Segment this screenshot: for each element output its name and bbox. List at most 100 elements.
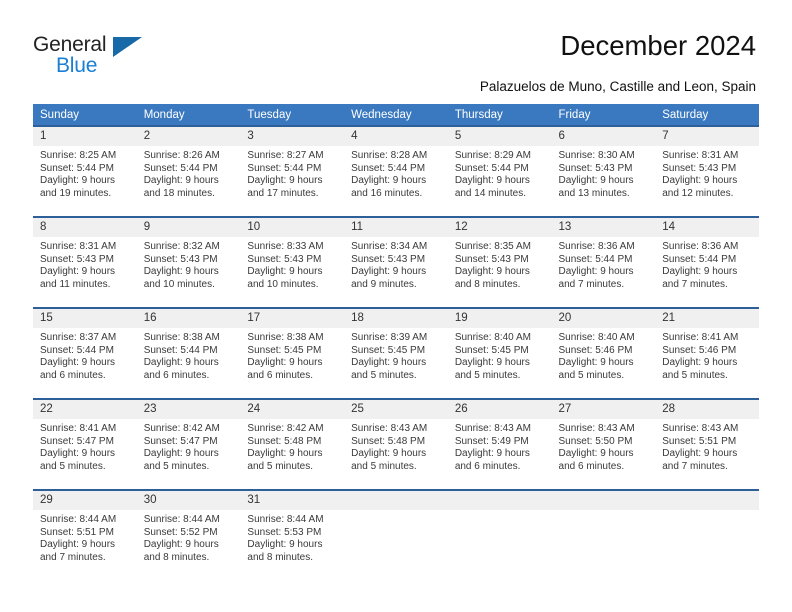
daylight-text-line2: and 19 minutes. bbox=[40, 187, 112, 199]
daylight-text-line1: Daylight: 9 hours bbox=[143, 448, 219, 460]
sunset-text: Sunset: 5:43 PM bbox=[247, 253, 322, 265]
day-number: 5 bbox=[447, 127, 552, 146]
calendar-day-cell[interactable]: 7 Sunrise: 8:31 AM Sunset: 5:43 PM Dayli… bbox=[655, 125, 759, 217]
day-number: 23 bbox=[136, 400, 241, 419]
calendar-day-cell[interactable]: 2 Sunrise: 8:26 AM Sunset: 5:44 PM Dayli… bbox=[136, 125, 241, 217]
daylight-text-line1: Daylight: 9 hours bbox=[454, 175, 530, 187]
calendar-day-cell[interactable]: 11 Sunrise: 8:34 AM Sunset: 5:43 PM Dayl… bbox=[344, 216, 448, 308]
calendar-day-cell[interactable]: 12 Sunrise: 8:35 AM Sunset: 5:43 PM Dayl… bbox=[447, 216, 552, 308]
day-number: 11 bbox=[344, 218, 448, 237]
daylight-text-line1: Daylight: 9 hours bbox=[662, 357, 738, 369]
calendar-day-cell[interactable]: 25 Sunrise: 8:43 AM Sunset: 5:48 PM Dayl… bbox=[344, 398, 448, 490]
day-number: 21 bbox=[655, 309, 759, 328]
daylight-text-line2: and 10 minutes. bbox=[247, 278, 319, 290]
day-number: 30 bbox=[136, 491, 241, 510]
sunset-text: Sunset: 5:43 PM bbox=[143, 253, 218, 265]
calendar-day-cell[interactable]: 30 Sunrise: 8:44 AM Sunset: 5:52 PM Dayl… bbox=[136, 489, 241, 580]
day-number: 10 bbox=[240, 218, 345, 237]
day-number: 26 bbox=[447, 400, 552, 419]
day-number bbox=[655, 491, 759, 510]
day-number bbox=[447, 491, 552, 510]
calendar-day-cell[interactable]: 8 Sunrise: 8:31 AM Sunset: 5:43 PM Dayli… bbox=[33, 216, 137, 308]
daylight-text-line2: and 17 minutes. bbox=[247, 187, 319, 199]
calendar-day-cell-empty bbox=[551, 489, 656, 580]
sunset-text: Sunset: 5:48 PM bbox=[351, 435, 426, 447]
daylight-text-line2: and 8 minutes. bbox=[247, 551, 314, 563]
daylight-text-line1: Daylight: 9 hours bbox=[247, 448, 323, 460]
sunrise-text: Sunrise: 8:34 AM bbox=[351, 241, 428, 252]
calendar-day-cell-empty bbox=[447, 489, 552, 580]
calendar-day-cell[interactable]: 18 Sunrise: 8:39 AM Sunset: 5:45 PM Dayl… bbox=[344, 307, 448, 399]
day-number: 19 bbox=[447, 309, 552, 328]
calendar-day-cell[interactable]: 24 Sunrise: 8:42 AM Sunset: 5:48 PM Dayl… bbox=[240, 398, 345, 490]
day-details: Sunrise: 8:42 AM Sunset: 5:47 PM Dayligh… bbox=[137, 419, 241, 473]
calendar-day-cell[interactable]: 22 Sunrise: 8:41 AM Sunset: 5:47 PM Dayl… bbox=[33, 398, 137, 490]
calendar-day-cell[interactable]: 19 Sunrise: 8:40 AM Sunset: 5:45 PM Dayl… bbox=[447, 307, 552, 399]
calendar-day-cell[interactable]: 1 Sunrise: 8:25 AM Sunset: 5:44 PM Dayli… bbox=[33, 125, 137, 217]
sunset-text: Sunset: 5:43 PM bbox=[351, 253, 426, 265]
daylight-text-line1: Daylight: 9 hours bbox=[40, 175, 116, 187]
sunrise-text: Sunrise: 8:42 AM bbox=[247, 423, 324, 434]
day-number: 16 bbox=[136, 309, 241, 328]
calendar-day-cell[interactable]: 16 Sunrise: 8:38 AM Sunset: 5:44 PM Dayl… bbox=[136, 307, 241, 399]
calendar-day-cell[interactable]: 27 Sunrise: 8:43 AM Sunset: 5:50 PM Dayl… bbox=[551, 398, 656, 490]
calendar-day-cell[interactable]: 20 Sunrise: 8:40 AM Sunset: 5:46 PM Dayl… bbox=[551, 307, 656, 399]
calendar-day-cell[interactable]: 6 Sunrise: 8:30 AM Sunset: 5:43 PM Dayli… bbox=[551, 125, 656, 217]
calendar-day-cell[interactable]: 23 Sunrise: 8:42 AM Sunset: 5:47 PM Dayl… bbox=[136, 398, 241, 490]
day-number: 2 bbox=[136, 127, 241, 146]
daylight-text-line2: and 10 minutes. bbox=[143, 278, 215, 290]
calendar-day-cell[interactable]: 4 Sunrise: 8:28 AM Sunset: 5:44 PM Dayli… bbox=[344, 125, 448, 217]
day-number: 31 bbox=[240, 491, 345, 510]
day-number: 12 bbox=[447, 218, 552, 237]
calendar-day-cell[interactable]: 17 Sunrise: 8:38 AM Sunset: 5:45 PM Dayl… bbox=[240, 307, 345, 399]
sunrise-text: Sunrise: 8:44 AM bbox=[143, 514, 220, 525]
sunset-text: Sunset: 5:44 PM bbox=[454, 162, 529, 174]
daylight-text-line1: Daylight: 9 hours bbox=[662, 448, 738, 460]
daylight-text-line2: and 13 minutes. bbox=[558, 187, 630, 199]
sunrise-text: Sunrise: 8:31 AM bbox=[662, 150, 739, 161]
sunrise-text: Sunrise: 8:42 AM bbox=[143, 423, 220, 434]
daylight-text-line1: Daylight: 9 hours bbox=[558, 448, 634, 460]
day-number: 3 bbox=[240, 127, 345, 146]
calendar-day-cell[interactable]: 9 Sunrise: 8:32 AM Sunset: 5:43 PM Dayli… bbox=[136, 216, 241, 308]
calendar-day-cell[interactable]: 29 Sunrise: 8:44 AM Sunset: 5:51 PM Dayl… bbox=[33, 489, 137, 580]
daylight-text-line1: Daylight: 9 hours bbox=[351, 448, 427, 460]
sunset-text: Sunset: 5:50 PM bbox=[558, 435, 633, 447]
daylight-text-line2: and 18 minutes. bbox=[143, 187, 215, 199]
calendar-day-cell[interactable]: 14 Sunrise: 8:36 AM Sunset: 5:44 PM Dayl… bbox=[655, 216, 759, 308]
sunset-text: Sunset: 5:46 PM bbox=[662, 344, 737, 356]
day-number: 25 bbox=[344, 400, 448, 419]
calendar-day-cell[interactable]: 5 Sunrise: 8:29 AM Sunset: 5:44 PM Dayli… bbox=[447, 125, 552, 217]
calendar-day-cell[interactable]: 3 Sunrise: 8:27 AM Sunset: 5:44 PM Dayli… bbox=[240, 125, 345, 217]
day-details: Sunrise: 8:39 AM Sunset: 5:45 PM Dayligh… bbox=[344, 328, 448, 382]
daylight-text-line2: and 9 minutes. bbox=[351, 278, 417, 290]
day-number: 29 bbox=[33, 491, 137, 510]
page-title: December 2024 bbox=[560, 30, 756, 61]
calendar-day-cell-empty bbox=[344, 489, 448, 580]
calendar-day-cell[interactable]: 21 Sunrise: 8:41 AM Sunset: 5:46 PM Dayl… bbox=[655, 307, 759, 399]
calendar-day-cell[interactable]: 10 Sunrise: 8:33 AM Sunset: 5:43 PM Dayl… bbox=[240, 216, 345, 308]
calendar-day-cell[interactable]: 28 Sunrise: 8:43 AM Sunset: 5:51 PM Dayl… bbox=[655, 398, 759, 490]
calendar-table: Sunday Monday Tuesday Wednesday Thursday… bbox=[33, 104, 759, 580]
sunset-text: Sunset: 5:44 PM bbox=[247, 162, 322, 174]
calendar-day-cell[interactable]: 13 Sunrise: 8:36 AM Sunset: 5:44 PM Dayl… bbox=[551, 216, 656, 308]
daylight-text-line1: Daylight: 9 hours bbox=[662, 266, 738, 278]
sunset-text: Sunset: 5:44 PM bbox=[40, 162, 114, 174]
calendar-day-cell[interactable]: 31 Sunrise: 8:44 AM Sunset: 5:53 PM Dayl… bbox=[240, 489, 345, 580]
calendar-day-cell[interactable]: 26 Sunrise: 8:43 AM Sunset: 5:49 PM Dayl… bbox=[447, 398, 552, 490]
day-details: Sunrise: 8:33 AM Sunset: 5:43 PM Dayligh… bbox=[240, 237, 344, 291]
day-details: Sunrise: 8:27 AM Sunset: 5:44 PM Dayligh… bbox=[240, 146, 344, 200]
day-details: Sunrise: 8:36 AM Sunset: 5:44 PM Dayligh… bbox=[655, 237, 759, 291]
sunrise-text: Sunrise: 8:36 AM bbox=[558, 241, 635, 252]
daylight-text-line1: Daylight: 9 hours bbox=[143, 175, 219, 187]
daylight-text-line1: Daylight: 9 hours bbox=[351, 175, 427, 187]
daylight-text-line2: and 5 minutes. bbox=[351, 369, 417, 381]
page-header: General Blue December 2024 Palazuelos de… bbox=[0, 0, 792, 100]
daylight-text-line2: and 7 minutes. bbox=[558, 278, 625, 290]
calendar-day-cell[interactable]: 15 Sunrise: 8:37 AM Sunset: 5:44 PM Dayl… bbox=[33, 307, 137, 399]
day-details: Sunrise: 8:43 AM Sunset: 5:51 PM Dayligh… bbox=[655, 419, 759, 473]
sunset-text: Sunset: 5:43 PM bbox=[40, 253, 114, 265]
day-number: 15 bbox=[33, 309, 137, 328]
daylight-text-line2: and 5 minutes. bbox=[454, 369, 521, 381]
calendar-week-row: 1 Sunrise: 8:25 AM Sunset: 5:44 PM Dayli… bbox=[33, 125, 759, 217]
